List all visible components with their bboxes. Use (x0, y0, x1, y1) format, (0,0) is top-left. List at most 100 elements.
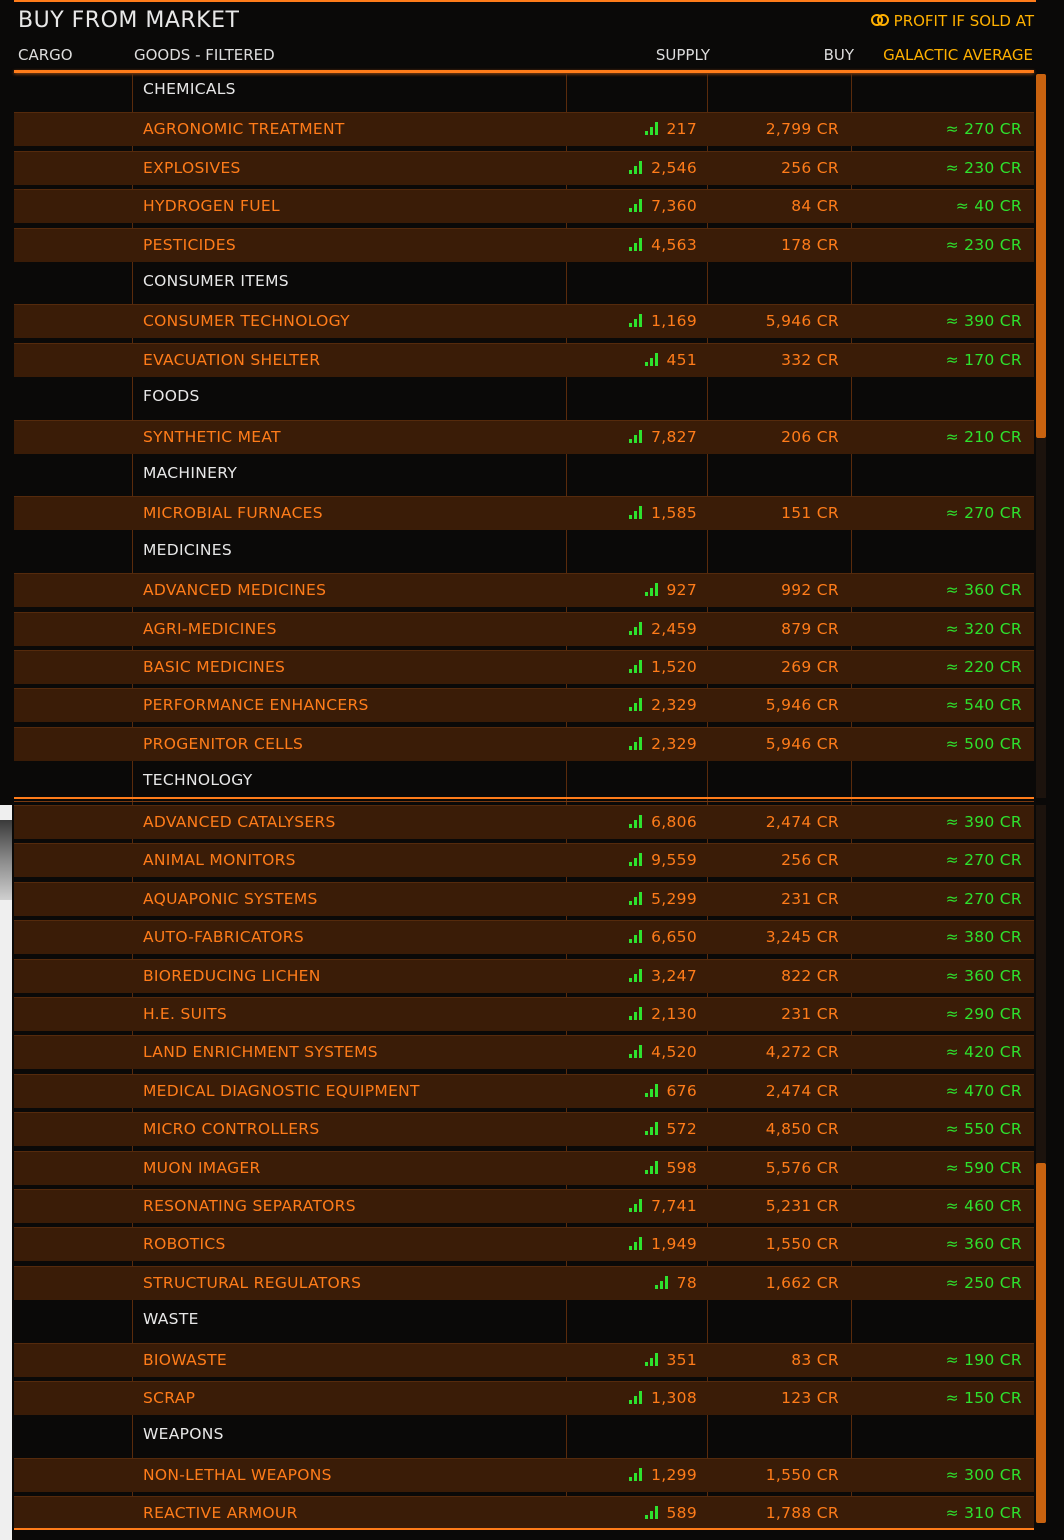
supply-bars-icon (629, 1198, 645, 1212)
scrollbar-thumb[interactable] (1036, 74, 1046, 438)
table-row[interactable]: PROGENITOR CELLS 2,329 5,946 CR ≈ 500 CR (0, 726, 1064, 761)
commodity-name: BASIC MEDICINES (143, 658, 286, 676)
table-row[interactable]: SYNTHETIC MEAT 7,827 206 CR ≈ 210 CR (0, 419, 1064, 454)
table-row[interactable]: BIOREDUCING LICHEN 3,247 822 CR ≈ 360 CR (0, 958, 1064, 993)
top-border (14, 0, 1036, 2)
category-label: CHEMICALS (143, 80, 236, 98)
galactic-average-price: ≈ 380 CR (945, 928, 1022, 947)
commodity-name: BIOREDUCING LICHEN (143, 966, 321, 985)
profit-label: PROFIT IF SOLD AT (893, 12, 1034, 30)
commodity-name: SYNTHETIC MEAT (143, 427, 281, 446)
table-row[interactable]: BASIC MEDICINES 1,520 269 CR ≈ 220 CR (0, 650, 1064, 684)
supply-cell: 2,459 (629, 612, 697, 646)
category-header: CONSUMER ITEMS (0, 266, 1064, 296)
supply-bars-icon (629, 929, 645, 944)
commodity-name: ADVANCED CATALYSERS (143, 813, 336, 831)
commodity-name: AQUAPONIC SYSTEMS (143, 889, 318, 908)
scrollbar-track[interactable] (1036, 438, 1046, 798)
table-row[interactable]: HYDROGEN FUEL 7,360 84 CR ≈ 40 CR (0, 189, 1064, 224)
buy-price: 1,788 CR (765, 1504, 839, 1523)
supply-value: 3,247 (651, 966, 697, 985)
commodity-name: EVACUATION SHELTER (143, 350, 321, 369)
category-header: FOODS (0, 381, 1064, 411)
table-row[interactable]: ADVANCED MEDICINES 927 992 CR ≈ 360 CR (0, 573, 1064, 608)
header-buy[interactable]: BUY (824, 46, 854, 64)
supply-bars-icon (629, 697, 645, 712)
commodity-name: MICRO CONTROLLERS (143, 1120, 320, 1139)
galactic-average-price: ≈ 310 CR (945, 1504, 1022, 1523)
galactic-average-price: ≈ 390 CR (945, 312, 1022, 331)
table-row[interactable]: CONSUMER TECHNOLOGY 1,169 5,946 CR ≈ 390 CR (0, 304, 1064, 339)
galactic-average-price: ≈ 460 CR (945, 1197, 1022, 1215)
table-row[interactable]: EXPLOSIVES 2,546 256 CR ≈ 230 CR (0, 150, 1064, 185)
buy-price: 5,946 CR (765, 734, 839, 753)
supply-cell: 7,827 (629, 420, 697, 454)
table-row[interactable]: MICROBIAL FURNACES 1,585 151 CR ≈ 270 CR (0, 496, 1064, 531)
table-row[interactable]: H.E. SUITS 2,130 231 CR ≈ 290 CR (0, 997, 1064, 1031)
galactic-average-price: ≈ 40 CR (955, 197, 1022, 216)
bottom-border (14, 1528, 1034, 1530)
section-divider (14, 801, 1034, 802)
header-cargo[interactable]: CARGO (18, 46, 73, 64)
table-row[interactable]: ADVANCED CATALYSERS 6,806 2,474 CR ≈ 390 CR (0, 805, 1064, 839)
galactic-average-price: ≈ 150 CR (945, 1389, 1022, 1407)
supply-value: 7,360 (651, 197, 697, 216)
buy-price: 822 CR (781, 966, 839, 985)
commodity-name: SCRAP (143, 1389, 196, 1407)
profit-coins-icon (870, 14, 891, 28)
supply-cell: 927 (644, 573, 698, 607)
galactic-average-price: ≈ 270 CR (945, 851, 1022, 870)
table-row[interactable]: PERFORMANCE ENHANCERS 2,329 5,946 CR ≈ 540 … (0, 688, 1064, 723)
supply-cell: 1,585 (629, 496, 697, 530)
table-row[interactable]: LAND ENRICHMENT SYSTEMS 4,520 4,272 CR ≈ 42… (0, 1035, 1064, 1070)
supply-bars-icon (629, 160, 645, 174)
galactic-average-price: ≈ 390 CR (945, 813, 1022, 831)
table-row[interactable]: AUTO-FABRICATORS 6,650 3,245 CR ≈ 380 CR (0, 920, 1064, 955)
table-row[interactable]: PESTICIDES 4,563 178 CR ≈ 230 CR (0, 227, 1064, 262)
scrollbar-thumb[interactable] (1036, 1163, 1046, 1523)
galactic-average-price: ≈ 300 CR (945, 1465, 1022, 1484)
buy-price: 5,946 CR (765, 312, 839, 331)
supply-cell: 598 (644, 1151, 698, 1185)
table-row[interactable]: MUON IMAGER 598 5,576 CR ≈ 590 CR (0, 1150, 1064, 1185)
table-row[interactable]: MICRO CONTROLLERS 572 4,850 CR ≈ 550 CR (0, 1112, 1064, 1147)
supply-bars-icon (629, 968, 645, 982)
category-label: WASTE (143, 1310, 199, 1329)
table-row[interactable]: AGRI-MEDICINES 2,459 879 CR ≈ 320 CR (0, 611, 1064, 646)
commodity-name: EXPLOSIVES (143, 158, 241, 177)
supply-bars-icon (629, 891, 645, 905)
supply-value: 7,741 (651, 1197, 697, 1215)
supply-bars-icon (644, 582, 661, 597)
supply-cell: 5,299 (629, 882, 697, 916)
header-goods[interactable]: GOODS - FILTERED (134, 46, 275, 64)
buy-price: 269 CR (781, 658, 839, 676)
supply-cell: 6,806 (629, 805, 697, 839)
table-row[interactable]: MEDICAL DIAGNOSTIC EQUIPMENT 676 2,474 CR ≈… (0, 1073, 1064, 1108)
supply-cell: 4,563 (629, 228, 697, 262)
supply-value: 1,169 (651, 312, 697, 331)
table-row[interactable]: ANIMAL MONITORS 9,559 256 CR ≈ 270 CR (0, 843, 1064, 878)
table-row[interactable]: EVACUATION SHELTER 451 332 CR ≈ 170 CR (0, 342, 1064, 377)
table-row[interactable]: AGRONOMIC TREATMENT 217 2,799 CR ≈ 270 CR (0, 112, 1064, 147)
supply-bars-icon (629, 505, 645, 520)
table-row[interactable]: RESONATING SEPARATORS 7,741 5,231 CR ≈ 460 … (0, 1189, 1064, 1223)
supply-cell: 2,546 (629, 151, 697, 185)
supply-cell: 2,130 (629, 997, 697, 1031)
table-row[interactable]: NON-LETHAL WEAPONS 1,299 1,550 CR ≈ 300 CR (0, 1457, 1064, 1492)
table-row[interactable]: STRUCTURAL REGULATORS 78 1,662 CR ≈ 250 CR (0, 1265, 1064, 1300)
buy-price: 1,550 CR (765, 1465, 839, 1484)
table-row[interactable]: BIOWASTE 351 83 CR ≈ 190 CR (0, 1342, 1064, 1377)
scrollbar-track[interactable] (1036, 805, 1046, 1163)
header-galactic-average[interactable]: GALACTIC AVERAGE (883, 46, 1033, 64)
supply-cell: 4,520 (629, 1035, 697, 1069)
galactic-average-price: ≈ 250 CR (945, 1273, 1022, 1292)
header-supply[interactable]: SUPPLY (656, 46, 710, 64)
table-row[interactable]: ROBOTICS 1,949 1,550 CR ≈ 360 CR (0, 1227, 1064, 1262)
table-row[interactable]: REACTIVE ARMOUR 589 1,788 CR ≈ 310 CR (0, 1496, 1064, 1531)
commodity-name: AUTO-FABRICATORS (143, 928, 305, 947)
table-row[interactable]: SCRAP 1,308 123 CR ≈ 150 CR (0, 1381, 1064, 1415)
galactic-average-price: ≈ 220 CR (945, 658, 1022, 676)
table-row[interactable]: AQUAPONIC SYSTEMS 5,299 231 CR ≈ 270 CR (0, 881, 1064, 916)
supply-bars-icon (629, 1390, 645, 1404)
supply-value: 7,827 (651, 427, 697, 446)
